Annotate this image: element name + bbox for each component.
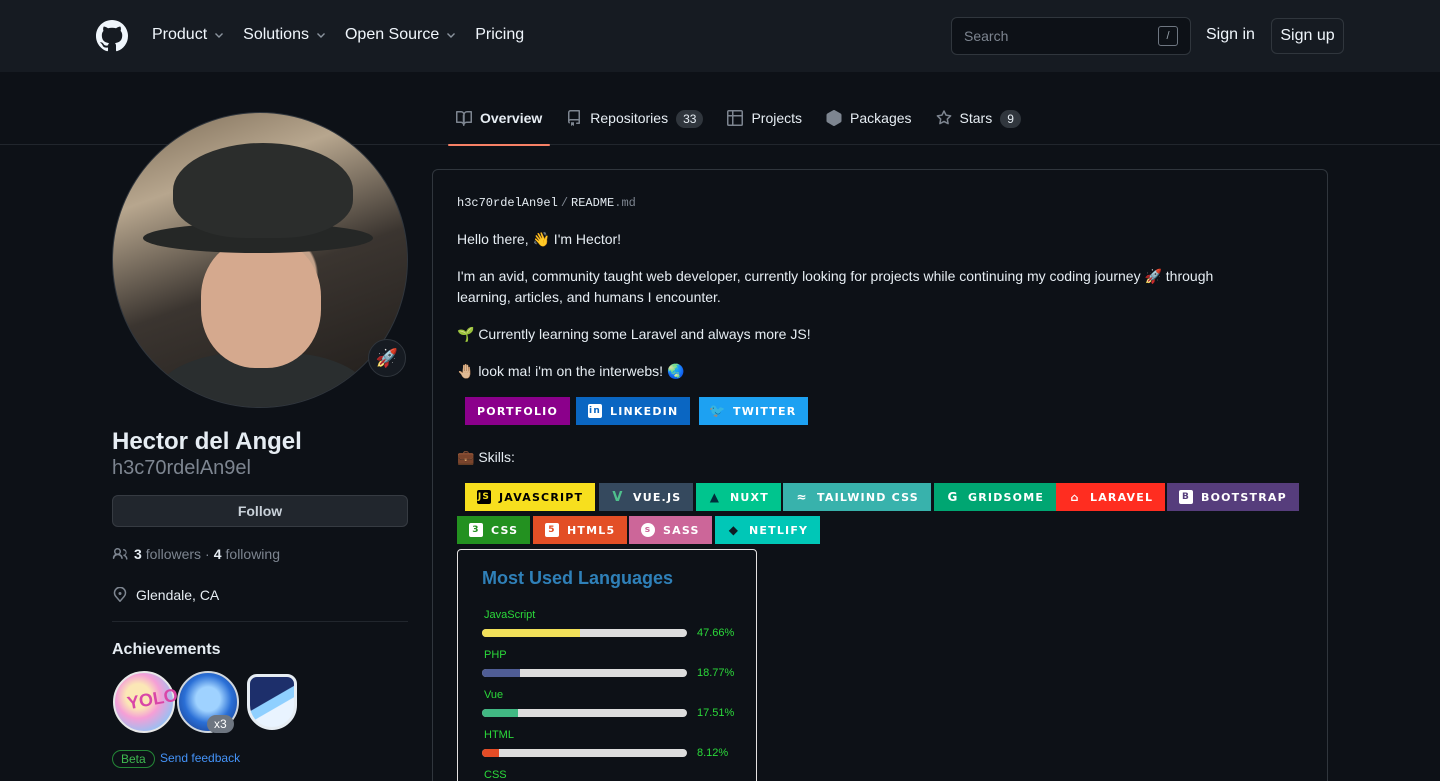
language-progress-bar [482,709,687,717]
language-percent: 17.51% [697,707,735,719]
package-icon [826,110,842,126]
twitter-bird-icon: 🐦 [709,403,727,419]
github-logo-icon[interactable] [96,20,128,52]
profile-location: Glendale, CA [112,587,219,603]
skill-tailwind-badge: ≈ TAILWIND CSS [783,483,931,511]
readme-interwebs: 🤚🏼 look ma! i'm on the interwebs! 🌏 [457,363,685,379]
readme-intro-line-1: I'm an avid, community taught web develo… [457,268,1214,284]
chevron-down-icon [215,33,224,38]
profile-full-name: Hector del Angel [112,428,302,455]
skill-css-badge: 3 CSS [457,516,531,544]
achievement-tier-badge: x3 [207,715,234,733]
achievement-yolo-badge[interactable]: YOLO [113,671,179,733]
nuxt-icon: ▲ [709,490,721,504]
language-progress-bar [482,669,687,677]
readme-learning: 🌱 Currently learning some Laravel and al… [457,326,811,342]
skill-laravel-badge: ⌂ LARAVEL [1056,483,1166,511]
tab-stars[interactable]: Stars 9 [928,106,1029,145]
search-input[interactable]: Search / [951,17,1191,55]
profile-tabs: Overview Repositories 33 Projects Packag… [448,106,1037,146]
book-icon [456,110,472,126]
language-percent: 8.12% [697,747,729,759]
language-progress-bar [482,629,687,637]
chevron-down-icon [316,33,325,38]
html5-icon: 5 [545,523,559,537]
readme-intro-line-2: learning, articles, and humans I encount… [457,289,721,305]
vue-icon: V [612,489,624,505]
portfolio-badge[interactable]: PORTFOLIO [465,397,571,425]
twitter-badge[interactable]: 🐦 TWITTER [699,397,809,425]
skill-gridsome-badge: G GRIDSOME [934,483,1057,511]
skill-nuxt-badge: ▲ NUXT [696,483,781,511]
main-nav: Product Solutions Open Source Pricing [152,26,542,44]
nav-solutions[interactable]: Solutions [243,26,327,44]
language-name: Vue [484,689,504,701]
skill-bootstrap-badge: B BOOTSTRAP [1167,483,1299,511]
tab-projects[interactable]: Projects [719,106,810,145]
top-header: Product Solutions Open Source Pricing Se… [0,0,1440,72]
readme-file-link[interactable]: README [571,196,614,210]
language-progress-fill [482,749,499,757]
star-icon [936,110,951,125]
achievements-title: Achievements [112,641,221,658]
sass-icon: s [641,523,655,537]
follow-button[interactable]: Follow [112,495,408,527]
sidebar-divider [112,621,408,622]
language-name: HTML [484,729,514,741]
bootstrap-icon: B [1179,490,1193,504]
javascript-icon: JS [477,490,491,504]
sign-in-link[interactable]: Sign in [1206,26,1255,44]
skill-netlify-badge: ◆ NETLIFY [715,516,821,544]
language-name: PHP [484,649,507,661]
profile-username: h3c70rdelAn9el [112,457,251,479]
tab-overview[interactable]: Overview [448,106,551,146]
followers-link[interactable]: 3 followers [134,546,201,562]
linkedin-icon: in [588,404,602,418]
readme-owner-link[interactable]: h3c70rdelAn9el [457,196,558,210]
following-link[interactable]: 4 following [214,546,280,562]
linkedin-badge[interactable]: in LINKEDIN [576,397,691,425]
beta-label: Beta [112,750,155,768]
status-emoji[interactable]: 🚀 [368,339,406,377]
language-percent: 18.77% [697,667,735,679]
follow-stats: 3 followers · 4 following [112,546,280,562]
search-shortcut-key: / [1158,26,1178,46]
language-name: JavaScript [484,609,536,621]
laravel-icon: ⌂ [1070,490,1080,504]
css3-icon: 3 [469,523,483,537]
tab-repositories[interactable]: Repositories 33 [558,106,711,145]
language-progress-bar [482,749,687,757]
achievement-starstruck-badge[interactable] [247,674,297,730]
people-icon [112,548,128,560]
sign-up-button[interactable]: Sign up [1271,18,1344,54]
tab-packages[interactable]: Packages [818,106,919,145]
table-icon [727,110,744,126]
readme-greeting: Hello there, 👋 I'm Hector! [457,231,622,247]
repo-icon [568,110,581,126]
stars-count: 9 [1000,110,1021,128]
readme-path: h3c70rdelAn9el / README.md [457,196,636,210]
skill-vue-badge: V VUE.JS [599,483,694,511]
language-progress-fill [482,629,580,637]
tailwind-icon: ≈ [796,490,808,504]
location-pin-icon [113,587,127,602]
readme-skills-heading: 💼 Skills: [457,449,515,465]
send-feedback-link[interactable]: Send feedback [160,751,240,765]
avatar[interactable] [112,112,408,408]
skill-html5-badge: 5 HTML5 [533,516,628,544]
skill-javascript-badge: JS JAVASCRIPT [465,483,596,511]
language-progress-fill [482,709,518,717]
languages-card-title: Most Used Languages [482,568,674,588]
netlify-icon: ◆ [728,523,740,537]
nav-product[interactable]: Product [152,26,225,44]
repositories-count: 33 [676,110,704,128]
gridsome-icon: G [947,490,959,504]
nav-open-source[interactable]: Open Source [345,26,457,44]
chevron-down-icon [447,33,456,38]
language-percent: 47.66% [697,627,735,639]
skill-sass-badge: s SASS [629,516,712,544]
language-progress-fill [482,669,521,677]
nav-pricing[interactable]: Pricing [475,26,524,44]
language-name: CSS [484,769,507,781]
